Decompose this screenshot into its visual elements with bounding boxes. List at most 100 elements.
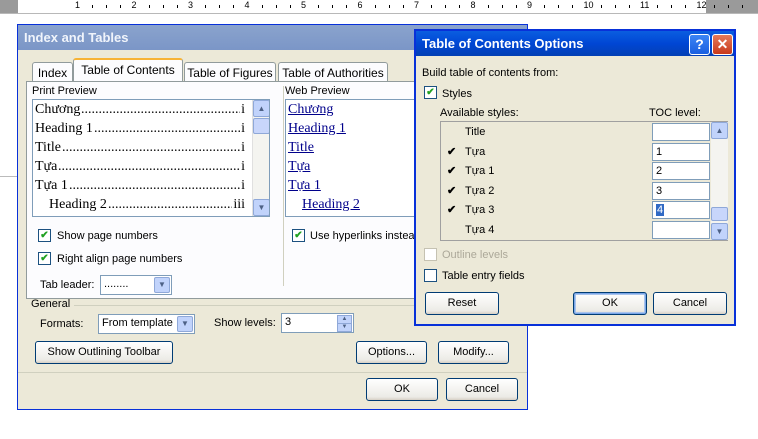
ruler-number: 11 xyxy=(640,0,650,10)
style-name: Tựa 3 xyxy=(465,204,495,217)
scroll-up-icon[interactable]: ▲ xyxy=(253,100,269,117)
toc-options-dialog: Table of Contents Options ? ✕ Build tabl… xyxy=(414,29,736,326)
tab-table-of-figures[interactable]: Table of Figures xyxy=(184,62,276,82)
general-group-label: General xyxy=(31,298,71,310)
scroll-thumb[interactable] xyxy=(253,118,269,134)
style-row[interactable]: Title xyxy=(441,122,727,141)
print-preview-entry: Tựa 1 xyxy=(35,178,68,193)
style-name: Tựa xyxy=(465,145,486,158)
scroll-down-icon[interactable]: ▼ xyxy=(253,199,269,216)
styles-checkbox[interactable]: ✔ xyxy=(424,86,437,99)
ruler-tick xyxy=(445,5,447,8)
tab-leader-label: Tab leader: xyxy=(40,279,95,291)
ruler-tick xyxy=(318,5,320,8)
styles-list[interactable]: Title ✔ Tựa 1 ✔ Tựa 1 2 ✔ Tựa 2 3 ✔ Tựa 3 4 Tựa 4 ▲ ▼ xyxy=(440,121,728,241)
print-preview-leader-dots: ........................................… xyxy=(58,159,240,174)
use-hyperlinks-checkbox[interactable]: ✔ xyxy=(292,229,305,242)
formats-select[interactable]: From template ▼ xyxy=(98,314,195,334)
style-row[interactable]: ✔ Tựa 2 3 xyxy=(441,181,727,200)
horizontal-ruler[interactable]: 1 2 3 4 5 6 7 8 9 10 11 12 xyxy=(0,0,758,14)
show-page-numbers-checkbox[interactable]: ✔ xyxy=(38,229,51,242)
reset-button[interactable]: Reset xyxy=(425,292,499,315)
toc-level-input[interactable] xyxy=(652,123,710,141)
options-cancel-button[interactable]: Cancel xyxy=(653,292,727,315)
web-preview-link[interactable]: Title xyxy=(288,140,314,156)
tab-label: Table of Authorities xyxy=(282,66,384,80)
ruler-number: 3 xyxy=(188,0,194,10)
tab-index[interactable]: Index xyxy=(32,62,73,82)
tab-label: Table of Figures xyxy=(187,66,273,80)
ruler-tick xyxy=(162,5,164,8)
styles-list-scrollbar[interactable]: ▲ ▼ xyxy=(711,122,728,240)
cancel-button[interactable]: Cancel xyxy=(446,378,518,401)
toc-level-input[interactable]: 4 xyxy=(652,201,710,220)
outline-levels-label: Outline levels xyxy=(442,249,509,261)
chevron-down-icon[interactable]: ▼ xyxy=(177,316,193,332)
ruler-tick xyxy=(388,5,390,8)
styles-label: Styles xyxy=(442,88,472,100)
print-preview-entry: Heading 1 xyxy=(35,121,93,136)
ruler-number: 6 xyxy=(357,0,363,10)
options-dialog-title: Table of Contents Options xyxy=(416,31,734,56)
print-preview-page-number: i xyxy=(241,178,245,193)
ruler-tick xyxy=(741,5,743,8)
options-ok-button[interactable]: OK xyxy=(573,292,647,315)
print-preview-page-number: i xyxy=(241,102,245,117)
tab-table-of-authorities[interactable]: Table of Authorities xyxy=(278,62,388,82)
style-row[interactable]: ✔ Tựa 1 xyxy=(441,142,727,161)
checkmark-icon: ✔ xyxy=(447,165,457,178)
web-preview-link[interactable]: Heading 1 xyxy=(288,121,346,137)
ruler-tick xyxy=(558,5,560,8)
scroll-down-icon[interactable]: ▼ xyxy=(711,223,728,240)
ruler-number: 2 xyxy=(131,0,137,10)
right-align-checkbox[interactable]: ✔ xyxy=(38,252,51,265)
table-entry-fields-checkbox[interactable] xyxy=(424,269,437,282)
web-preview-link[interactable]: Chương xyxy=(288,102,333,118)
print-preview-label: Print Preview xyxy=(32,85,97,97)
help-icon[interactable]: ? xyxy=(689,34,710,55)
web-preview-link[interactable]: Heading 2 xyxy=(302,197,360,213)
toc-level-input[interactable] xyxy=(652,221,710,239)
outline-levels-checkbox[interactable] xyxy=(424,248,437,261)
toc-level-input[interactable]: 3 xyxy=(652,181,710,200)
style-row[interactable]: ✔ Tựa 3 4 xyxy=(441,200,727,220)
toc-level-value: 1 xyxy=(656,145,663,158)
show-outlining-toolbar-button[interactable]: Show Outlining Toolbar xyxy=(35,341,173,364)
options-title-text: Table of Contents Options xyxy=(422,36,584,51)
ruler-tick xyxy=(332,5,334,8)
style-row[interactable]: Tựa 4 xyxy=(441,220,727,239)
ruler-number: 5 xyxy=(301,0,307,10)
toc-level-input[interactable]: 1 xyxy=(652,142,710,161)
formats-label: Formats: xyxy=(40,318,84,330)
modify-button[interactable]: Modify... xyxy=(438,341,509,364)
web-preview-link[interactable]: Tựa xyxy=(288,159,310,175)
show-levels-value: 3 xyxy=(285,316,292,328)
ruler-tick xyxy=(685,5,687,8)
options-button[interactable]: Options... xyxy=(356,341,427,364)
print-preview-entry: Chương xyxy=(35,102,81,117)
tab-label: Index xyxy=(37,66,68,80)
print-preview-entry: Tựa xyxy=(35,159,58,174)
ruler-tick xyxy=(219,5,221,8)
ruler-tick xyxy=(628,5,630,8)
preview-divider xyxy=(283,86,284,286)
ruler-tick xyxy=(148,5,150,8)
style-name: Tựa 2 xyxy=(465,184,495,197)
web-preview-link[interactable]: Tựa 1 xyxy=(288,178,321,194)
print-preview-scrollbar[interactable]: ▲ ▼ xyxy=(252,100,269,216)
spin-down-icon[interactable]: ▼ xyxy=(337,323,352,332)
show-levels-spinner[interactable]: 3 ▲ ▼ xyxy=(281,313,354,333)
tab-leader-select[interactable]: ........ ▼ xyxy=(100,275,172,295)
ok-button[interactable]: OK xyxy=(366,378,438,401)
checkmark-icon: ✔ xyxy=(447,145,457,158)
print-preview-leader-dots: ........................................… xyxy=(69,178,240,193)
show-page-numbers-label: Show page numbers xyxy=(57,230,158,242)
print-preview-page-number: iii xyxy=(233,197,245,212)
close-icon[interactable]: ✕ xyxy=(712,34,733,55)
scroll-thumb[interactable] xyxy=(711,207,728,221)
scroll-up-icon[interactable]: ▲ xyxy=(711,122,728,139)
chevron-down-icon[interactable]: ▼ xyxy=(154,277,170,293)
style-row[interactable]: ✔ Tựa 1 2 xyxy=(441,161,727,181)
toc-level-input[interactable]: 2 xyxy=(652,162,710,181)
tab-table-of-contents[interactable]: Table of Contents xyxy=(73,58,183,81)
